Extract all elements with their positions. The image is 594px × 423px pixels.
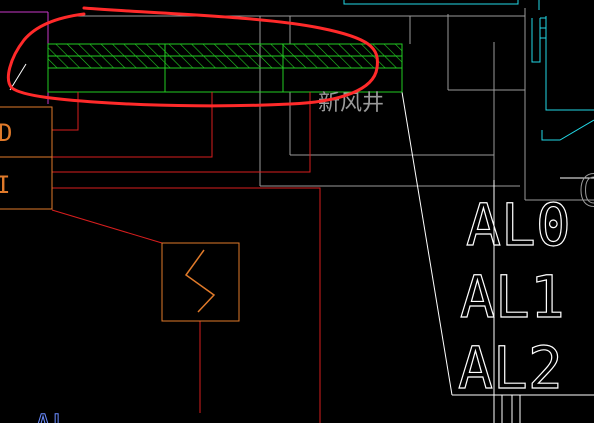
green-hatched-duct (47, 43, 403, 93)
cad-drawing-canvas[interactable]: D I 新风井 AL0 AL1 AL2 C AL (0, 0, 594, 423)
right-edge-label: C (578, 166, 594, 217)
box-lower-label: I (0, 171, 10, 199)
cyan-outline (343, 0, 594, 141)
al0-label: AL0 (466, 191, 571, 259)
fan-symbol-icon (184, 249, 216, 313)
al1-label: AL1 (460, 263, 565, 331)
al2-label: AL2 (458, 334, 563, 402)
red-wiring (51, 92, 321, 423)
white-diagonal (9, 63, 27, 91)
bottom-left-label: AL (34, 409, 70, 423)
box-upper-label: D (0, 119, 12, 147)
fan-unit-box[interactable] (161, 242, 240, 322)
